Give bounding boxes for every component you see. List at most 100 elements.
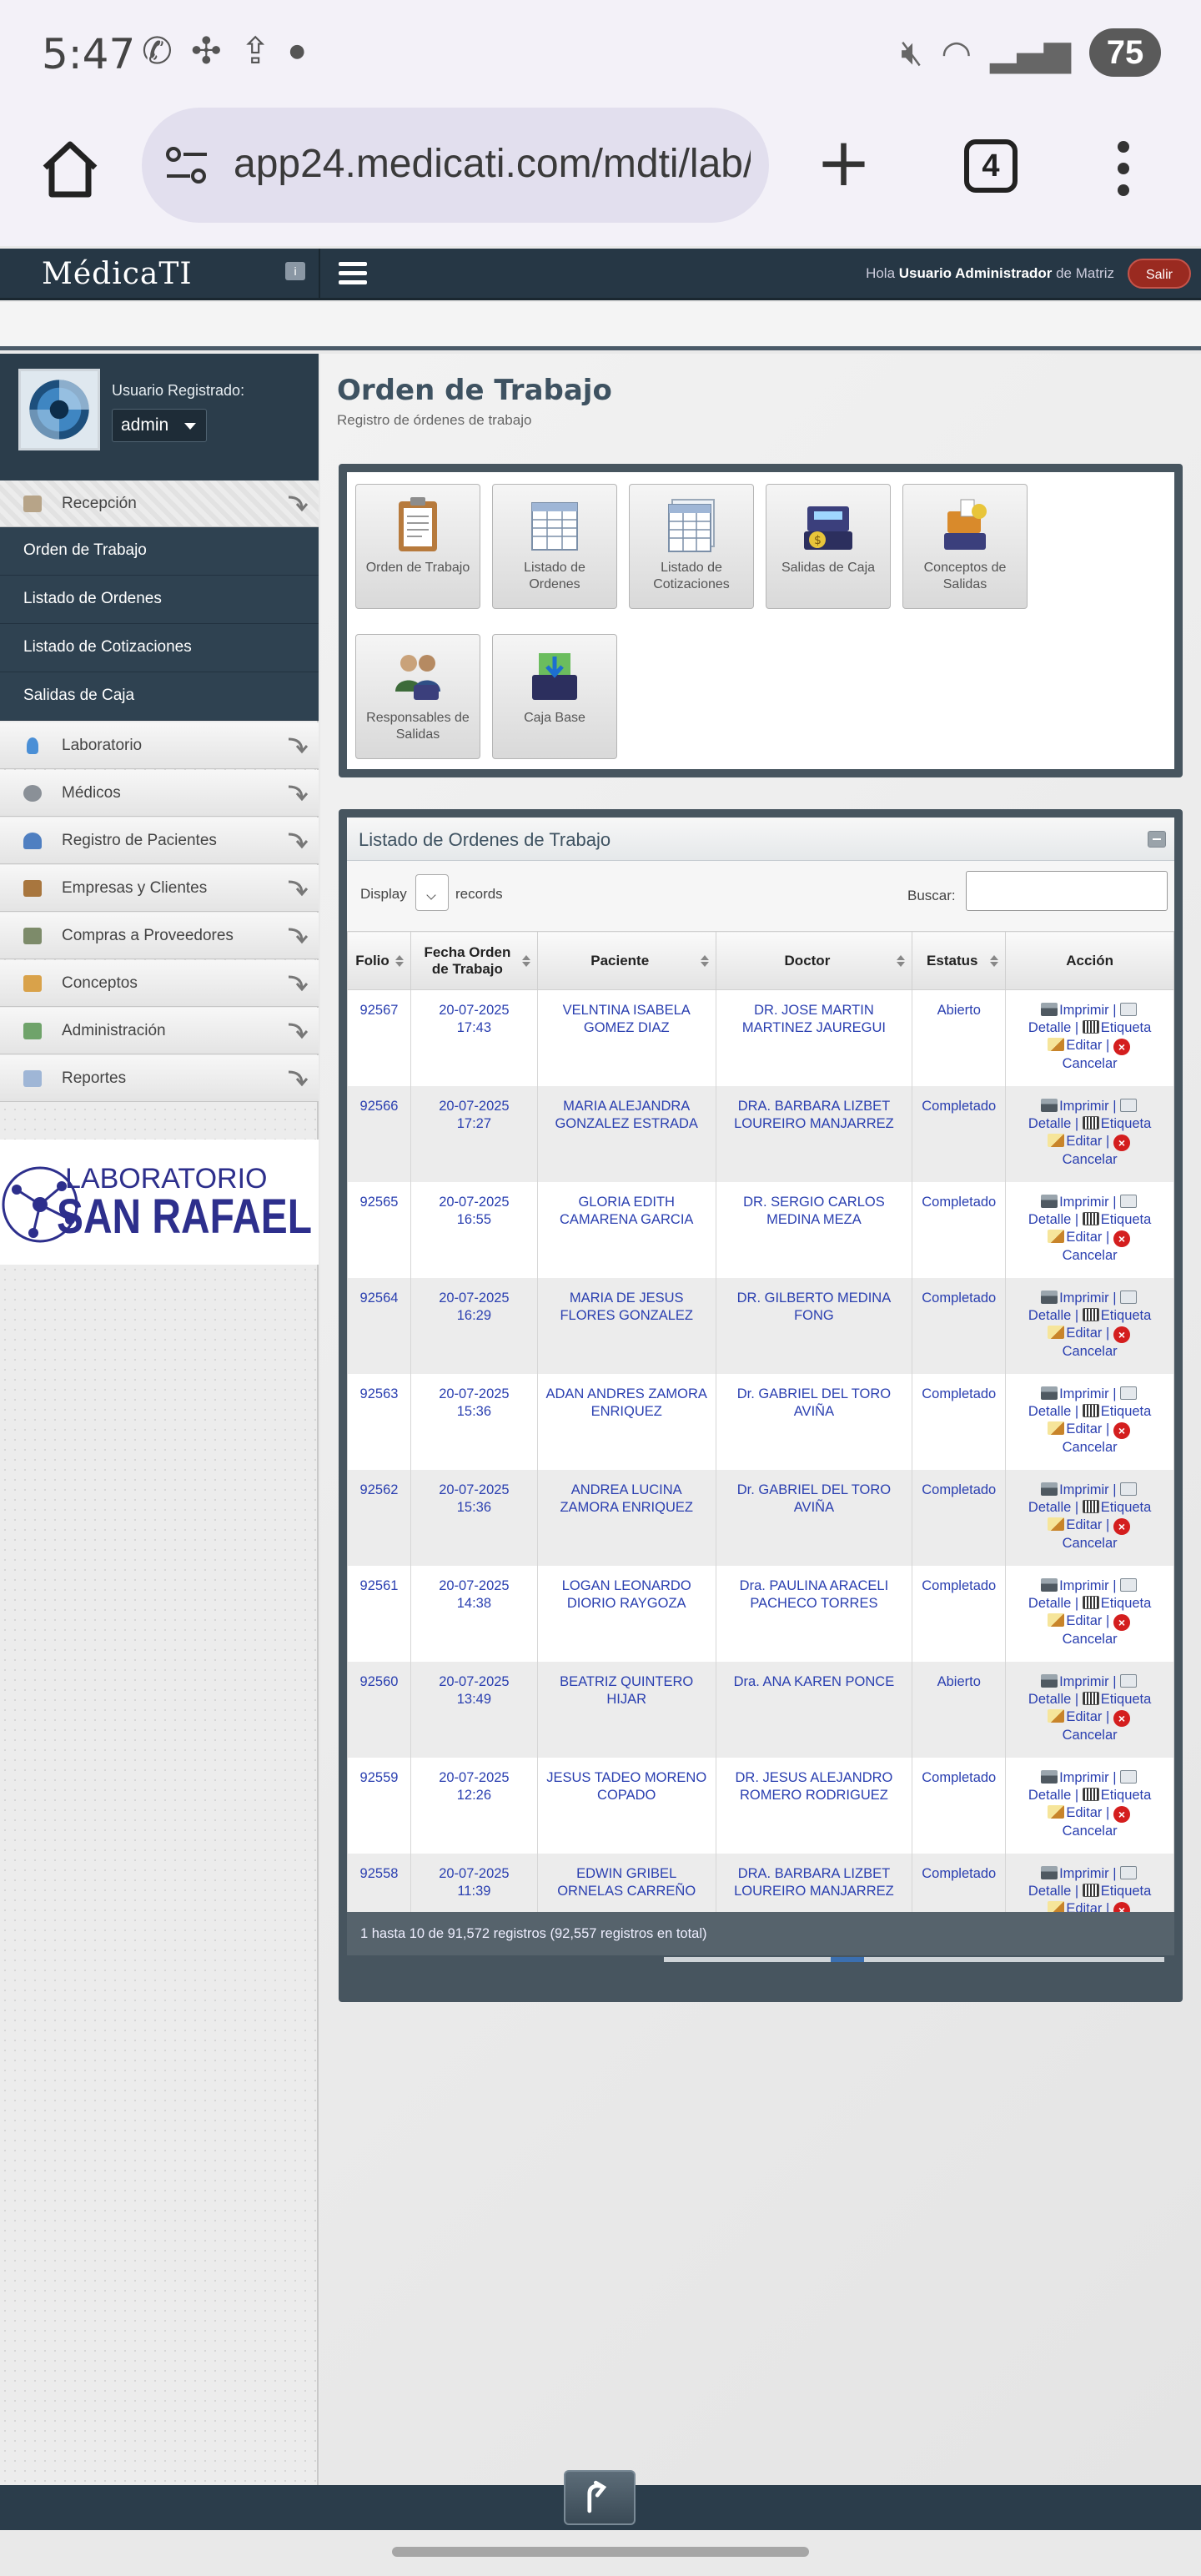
label-link[interactable]: Etiqueta [1101,1692,1152,1707]
shortcut-responsables-de-salidas[interactable]: Responsables de Salidas [355,634,480,759]
cell-doctor[interactable]: Dra. PAULINA ARACELI PACHECO TORRES [715,1565,913,1662]
cell-folio[interactable]: 92567 [347,989,411,1086]
table-row[interactable]: 92567 20-07-2025 17:43 VELNTINA ISABELA GOM… [347,989,1174,1086]
column-header-doctor[interactable]: Doctor [715,931,913,990]
table-row[interactable]: 92562 20-07-2025 15:36 ANDREA LUCINA ZAMORA… [347,1469,1174,1566]
cell-fecha[interactable]: 20-07-2025 16:29 [410,1277,538,1374]
cancel-link[interactable]: Cancelar [1063,1728,1118,1743]
edit-link[interactable]: Editar [1066,1613,1102,1628]
column-header-fecha[interactable]: Fecha Orden de Trabajo [410,931,538,990]
site-settings-icon[interactable] [163,144,210,186]
cell-folio[interactable]: 92562 [347,1469,411,1566]
cell-paciente[interactable]: MARIA ALEJANDRA GONZALEZ ESTRADA [536,1085,716,1182]
submenu-listado-de-cotizaciones[interactable]: Listado de Cotizaciones [0,624,319,672]
cell-paciente[interactable]: VELNTINA ISABELA GOMEZ DIAZ [536,989,716,1086]
detail-link[interactable]: Detalle [1028,1596,1071,1611]
edit-link[interactable]: Editar [1066,1709,1102,1724]
tab-switcher-button[interactable]: 4 [964,139,1018,193]
label-link[interactable]: Etiqueta [1101,1500,1152,1515]
user-select[interactable]: admin [112,409,207,442]
cancel-link[interactable]: Cancelar [1063,1440,1118,1455]
url-text[interactable]: app24.medicati.com/mdti/lab/s [234,141,751,187]
more-menu-icon[interactable] [1118,141,1131,206]
label-link[interactable]: Etiqueta [1101,1116,1152,1131]
search-input[interactable] [966,871,1168,911]
sidebar-item-medicos[interactable]: Médicos [0,770,319,817]
label-link[interactable]: Etiqueta [1101,1788,1152,1803]
cell-fecha[interactable]: 20-07-2025 17:27 [410,1085,538,1182]
print-link[interactable]: Imprimir [1059,1674,1109,1689]
cell-doctor[interactable]: DR. SERGIO CARLOS MEDINA MEZA [715,1181,913,1278]
cell-doctor[interactable]: DR. JESUS ALEJANDRO ROMERO RODRIGUEZ [715,1757,913,1854]
print-link[interactable]: Imprimir [1059,1099,1109,1114]
cell-paciente[interactable]: ANDREA LUCINA ZAMORA ENRIQUEZ [536,1469,716,1566]
label-link[interactable]: Etiqueta [1101,1212,1152,1227]
label-link[interactable]: Etiqueta [1101,1596,1152,1611]
cell-paciente[interactable]: LOGAN LEONARDO DIORIO RAYGOZA [536,1565,716,1662]
sidebar-item-recepcion[interactable]: Recepción [0,480,319,527]
cancel-link[interactable]: Cancelar [1063,1056,1118,1071]
cell-doctor[interactable]: DRA. BARBARA LIZBET LOUREIRO MANJARREZ [715,1085,913,1182]
label-link[interactable]: Etiqueta [1101,1308,1152,1323]
edit-link[interactable]: Editar [1066,1038,1102,1053]
detail-link[interactable]: Detalle [1028,1308,1071,1323]
cell-folio[interactable]: 92560 [347,1661,411,1758]
print-link[interactable]: Imprimir [1059,1003,1109,1018]
shortcut-conceptos-de-salidas[interactable]: Conceptos de Salidas [902,484,1028,609]
sidebar-item-administracion[interactable]: Administración [0,1008,319,1054]
cell-doctor[interactable]: Dra. ANA KAREN PONCE [715,1661,913,1758]
print-link[interactable]: Imprimir [1059,1866,1109,1881]
sidebar-item-laboratorio[interactable]: Laboratorio [0,722,319,769]
cell-doctor[interactable]: DR. GILBERTO MEDINA FONG [715,1277,913,1374]
gesture-handle[interactable] [392,2547,809,2557]
home-icon[interactable] [38,138,102,201]
detail-link[interactable]: Detalle [1028,1404,1071,1419]
cell-folio[interactable]: 92559 [347,1757,411,1854]
column-header-estatus[interactable]: Estatus [912,931,1007,990]
edit-link[interactable]: Editar [1066,1230,1102,1245]
cell-fecha[interactable]: 20-07-2025 12:26 [410,1757,538,1854]
print-link[interactable]: Imprimir [1059,1770,1109,1785]
cancel-link[interactable]: Cancelar [1063,1536,1118,1551]
new-tab-icon[interactable]: + [816,129,872,196]
table-row[interactable]: 92564 20-07-2025 16:29 MARIA DE JESUS FLORE… [347,1277,1174,1374]
app-logo[interactable]: MédicaTI [42,257,193,291]
cancel-link[interactable]: Cancelar [1063,1824,1118,1839]
shortcut-caja-base[interactable]: Caja Base [492,634,617,759]
cell-paciente[interactable]: BEATRIZ QUINTERO HIJAR [536,1661,716,1758]
info-icon[interactable]: i [285,262,305,280]
sidebar-item-compras[interactable]: Compras a Proveedores [0,913,319,959]
sidebar-item-reportes[interactable]: Reportes [0,1055,319,1102]
table-row[interactable]: 92563 20-07-2025 15:36 ADAN ANDRES ZAMORA E… [347,1373,1174,1470]
edit-link[interactable]: Editar [1066,1421,1102,1436]
sidebar-item-registro-pacientes[interactable]: Registro de Pacientes [0,818,319,864]
cancel-link[interactable]: Cancelar [1063,1632,1118,1647]
print-link[interactable]: Imprimir [1059,1291,1109,1306]
table-row[interactable]: 92561 20-07-2025 14:38 LOGAN LEONARDO DIORI… [347,1565,1174,1662]
label-link[interactable]: Etiqueta [1101,1884,1152,1899]
menu-toggle-icon[interactable] [339,262,367,289]
cell-fecha[interactable]: 20-07-2025 13:49 [410,1661,538,1758]
shortcut-salidas-de-caja[interactable]: $ Salidas de Caja [766,484,891,609]
table-row[interactable]: 92559 20-07-2025 12:26 JESUS TADEO MORENO C… [347,1757,1174,1854]
cell-paciente[interactable]: MARIA DE JESUS FLORES GONZALEZ [536,1277,716,1374]
submenu-orden-de-trabajo[interactable]: Orden de Trabajo [0,527,319,576]
detail-link[interactable]: Detalle [1028,1788,1071,1803]
cancel-link[interactable]: Cancelar [1063,1248,1118,1263]
detail-link[interactable]: Detalle [1028,1116,1071,1131]
sidebar-item-empresas[interactable]: Empresas y Clientes [0,865,319,912]
shortcut-listado-de-ordenes[interactable]: Listado de Ordenes [492,484,617,609]
cell-paciente[interactable]: JESUS TADEO MORENO COPADO [536,1757,716,1854]
table-row[interactable]: 92566 20-07-2025 17:27 MARIA ALEJANDRA GONZ… [347,1085,1174,1182]
cancel-link[interactable]: Cancelar [1063,1344,1118,1359]
table-row[interactable]: 92565 20-07-2025 16:55 GLORIA EDITH CAMAREN… [347,1181,1174,1278]
edit-link[interactable]: Editar [1066,1805,1102,1820]
print-link[interactable]: Imprimir [1059,1482,1109,1497]
page-size-select[interactable] [415,874,449,911]
print-link[interactable]: Imprimir [1059,1195,1109,1210]
cell-folio[interactable]: 92563 [347,1373,411,1470]
cell-folio[interactable]: 92565 [347,1181,411,1278]
scroll-to-top-button[interactable] [564,2470,636,2525]
cell-doctor[interactable]: DR. JOSE MARTIN MARTINEZ JAUREGUI [715,989,913,1086]
cell-folio[interactable]: 92564 [347,1277,411,1374]
